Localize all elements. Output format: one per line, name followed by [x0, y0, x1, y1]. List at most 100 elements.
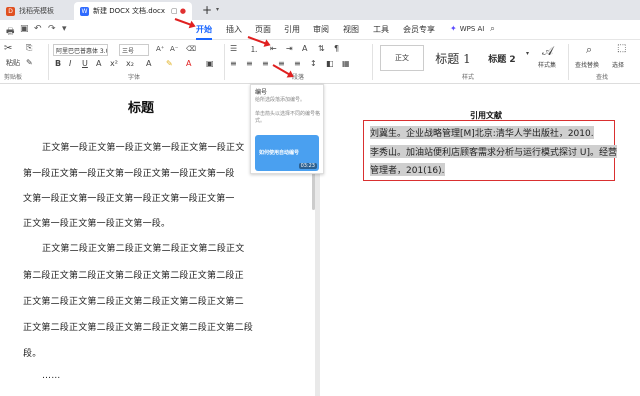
find-replace-button[interactable]: 查找替换	[575, 60, 599, 69]
style-body[interactable]: 正文	[380, 45, 424, 71]
clear-format-icon[interactable]: ⌫	[186, 45, 196, 53]
ribbon: ✂ 粘贴 ⎘ ✎ 剪贴板 阿里巴巴普惠体 3.0 三号 A⁺ A⁻ ⌫ B I …	[0, 40, 640, 84]
borders-icon[interactable]: ▦	[342, 59, 350, 68]
body-line: 第一段正文第一段正文第一段正文第一段正文第一段	[23, 169, 235, 179]
select-button[interactable]: 选择	[612, 60, 624, 69]
tooltip-title: 编号	[255, 89, 268, 96]
new-tab-icon[interactable]: +	[202, 3, 212, 17]
tab-tools[interactable]: 工具	[373, 24, 389, 35]
tooltip-desc: 给所选段落添加编号。	[255, 97, 306, 103]
find-icon[interactable]: ⌕	[586, 43, 592, 57]
paste-button[interactable]: 粘贴	[6, 58, 20, 68]
char-border-icon[interactable]: ▣	[206, 59, 214, 68]
divider	[48, 44, 49, 80]
divider	[224, 44, 225, 80]
outdent-icon[interactable]: ⇤	[270, 44, 277, 53]
clipboard-label: 剪贴板	[4, 74, 23, 81]
tab-insert[interactable]: 插入	[226, 24, 242, 35]
style-heading-2[interactable]: 标题 2	[482, 45, 522, 71]
reference-line: 刘冀生。企业战略管理[M]北京:清华人学出版社，2010.	[370, 126, 594, 139]
tab-home[interactable]: 开始	[196, 24, 212, 40]
style-set-icon[interactable]: 𝒜	[542, 44, 553, 59]
line-spacing-icon[interactable]: ↕	[310, 59, 317, 68]
wps-ai-label: WPS AI	[459, 24, 485, 33]
window-icon[interactable]: ▢	[171, 7, 178, 15]
chevron-down-icon[interactable]: ▾	[216, 6, 219, 13]
body-line: 正文第二段正文第二段正文第二段正文第二段正文第二	[23, 297, 244, 307]
underline-icon[interactable]: U	[82, 59, 88, 68]
tab-page[interactable]: 页面	[255, 24, 271, 35]
video-title: 如何使用自动编号	[259, 150, 300, 156]
more-icon[interactable]: ▾	[62, 24, 67, 34]
body-line: 正文第二段正文第二段正文第二段正文第二段正文第二段	[23, 323, 254, 333]
undo-icon[interactable]: ↶	[34, 24, 42, 34]
subscript-icon[interactable]: x₂	[126, 59, 134, 68]
align-center-icon[interactable]: ≡	[246, 59, 253, 68]
tutorial-video[interactable]: 如何使用自动编号 03:23	[255, 135, 319, 171]
body-line: 正文第一段正文第一段正文第一段正文第一段正文	[42, 143, 245, 153]
wps-ai-button[interactable]: ✦ WPS AI	[450, 24, 484, 33]
tab-member[interactable]: 会员专享	[403, 24, 435, 35]
styles-group-label: 样式	[462, 74, 475, 81]
font-name-select[interactable]: 阿里巴巴普惠体 3.0	[53, 44, 108, 56]
show-marks-icon[interactable]: ¶	[334, 44, 339, 53]
align-left-icon[interactable]: ≡	[230, 59, 237, 68]
divider	[568, 44, 569, 80]
tooltip-desc: 单击箭头以选择不同的编号格式。	[255, 111, 321, 124]
grow-font-icon[interactable]: A⁺	[156, 45, 164, 53]
format-painter-icon[interactable]: ✂	[4, 43, 12, 54]
sort-icon[interactable]: ⇅	[318, 44, 325, 53]
tab-document-label: 新建 DOCX 文档.docx	[93, 7, 165, 15]
align-right-icon[interactable]: ≡	[262, 59, 269, 68]
indent-icon[interactable]: ⇥	[286, 44, 293, 53]
distribute-icon[interactable]: ≡	[294, 59, 301, 68]
style-heading-1[interactable]: 标题 1	[428, 45, 478, 71]
body-line: 第二段正文第二段正文第二段正文第二段正文第二段正	[23, 271, 244, 281]
numbering-tooltip: 编号 给所选段落添加编号。 单击箭头以选择不同的编号格式。 如何使用自动编号 0…	[250, 84, 324, 174]
save-icon[interactable]: ▣	[20, 24, 29, 34]
numbering-icon[interactable]: ⒈	[250, 44, 258, 55]
find-group-label: 查找	[596, 74, 609, 81]
tab-view[interactable]: 视图	[343, 24, 359, 35]
strikethrough-icon[interactable]: A	[96, 59, 101, 68]
tab-review[interactable]: 审阅	[313, 24, 329, 35]
font-group-label: 字体	[128, 74, 141, 81]
shading-icon[interactable]: ◧	[326, 59, 334, 68]
print-icon[interactable]: 🖶	[6, 24, 15, 40]
bullets-icon[interactable]: ☰	[230, 44, 237, 53]
body-line: 文第一段正文第一段正文第一段正文第一段正文第一	[23, 194, 235, 204]
tab-bar: D 找稻壳模板 W 新建 DOCX 文档.docx ▢ ● + ▾	[0, 0, 640, 20]
bold-icon[interactable]: B	[55, 59, 61, 68]
body-line: 正文第二段正文第二段正文第二段正文第二段正文	[42, 244, 245, 254]
tab-template-label: 找稻壳模板	[19, 7, 54, 15]
tab-reference[interactable]: 引用	[284, 24, 300, 35]
body-line: 段。	[23, 349, 42, 359]
divider	[372, 44, 373, 80]
reference-line: 李秀山。加油站便利店顾客需求分析与运行模式探讨 U]。经营	[370, 145, 617, 158]
brush-icon[interactable]: ✎	[26, 58, 33, 67]
copy-icon[interactable]: ⎘	[26, 43, 32, 53]
highlight-icon[interactable]: ✎	[166, 59, 173, 68]
menu-bar: 🖶 ▣ ↶ ↷ ▾ 开始 插入 页面 引用 审阅 视图 工具 会员专享 ✦ WPS…	[0, 20, 640, 40]
italic-icon[interactable]: I	[69, 59, 71, 68]
font-color-icon[interactable]: A	[186, 59, 191, 68]
search-icon[interactable]: ⌕	[490, 24, 495, 34]
reference-line: 管理者，201(16).	[370, 163, 445, 176]
wps-ai-icon: ✦	[450, 24, 457, 33]
docer-icon: D	[6, 6, 15, 16]
close-tab-icon[interactable]: ●	[180, 7, 186, 15]
chinese-layout-icon[interactable]: A	[302, 44, 307, 53]
video-duration: 03:23	[298, 163, 317, 169]
text-effect-icon[interactable]: A	[146, 59, 151, 68]
word-doc-icon: W	[80, 6, 89, 16]
shrink-font-icon[interactable]: A⁻	[170, 45, 178, 53]
superscript-icon[interactable]: x²	[110, 59, 118, 68]
styles-more-icon[interactable]: ▾	[526, 50, 529, 57]
tab-template[interactable]: D 找稻壳模板	[0, 2, 73, 20]
style-set-button[interactable]: 样式集	[538, 60, 556, 69]
select-icon[interactable]: ⬚	[617, 43, 626, 54]
body-line: 正文第一段正文第一段正文第一段。	[23, 219, 171, 229]
document-title: 标题	[128, 101, 155, 116]
redo-icon[interactable]: ↷	[48, 24, 56, 34]
font-size-select[interactable]: 三号	[119, 44, 149, 56]
